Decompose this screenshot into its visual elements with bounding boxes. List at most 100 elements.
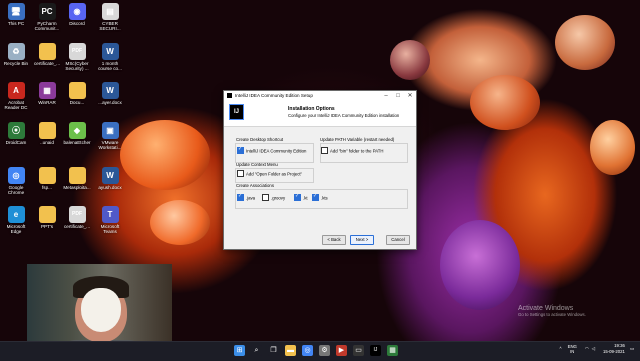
balena-etcher-icon: ◆: [68, 122, 86, 139]
chrome-icon: ◎: [7, 167, 25, 184]
dialog-title: IntelliJ IDEA Community Edition Setup: [235, 93, 313, 98]
word-doc-icon: W: [101, 82, 119, 99]
association-java-checkbox[interactable]: [237, 193, 244, 201]
desktop-icon[interactable]: ▤ CYBER SECURI...: [95, 3, 125, 31]
desktop-icon-label: CYBER SECURI...: [99, 21, 121, 31]
context-menu-option[interactable]: Add "Open Folder as Project": [237, 170, 302, 178]
folder-icon: [38, 122, 56, 139]
path-option-label: Add "bin" folder to the PATH: [330, 148, 384, 154]
terminal-icon[interactable]: ▭: [353, 345, 364, 356]
desktop-icon[interactable]: Docu...: [62, 82, 92, 105]
start-icon[interactable]: ⊞: [234, 345, 245, 356]
region-code: IN: [570, 348, 575, 354]
chrome-icon[interactable]: ◎: [302, 345, 313, 356]
desktop-icon[interactable]: ♻ Recycle Bin: [1, 43, 31, 66]
desktop-icon-label: DroidCam: [5, 140, 27, 145]
desktop-icon[interactable]: Wayush.docx: [95, 167, 125, 190]
desktop-icon-label: Discord: [69, 21, 85, 26]
desktop-icon[interactable]: PDF certificate_...: [62, 206, 92, 229]
desktop-icon-label: ...ayer.docx: [98, 100, 122, 105]
path-option[interactable]: Add "bin" folder to the PATH: [321, 147, 384, 155]
desktop-icon-label: fsp...: [42, 185, 52, 190]
back-button[interactable]: < Back: [322, 235, 346, 245]
desktop-icon[interactable]: Metasploita...: [62, 167, 92, 190]
media-icon[interactable]: ▶: [336, 345, 347, 356]
pdf-icon: ▤: [101, 3, 119, 20]
desktop-icon[interactable]: ..unaid: [32, 122, 62, 145]
desktop-icon-label: Google Chrome: [7, 185, 25, 195]
task-view-icon[interactable]: ❐: [268, 345, 279, 356]
folder-icon: [68, 167, 86, 184]
desktop-icon[interactable]: fsp...: [32, 167, 62, 190]
association-groovy[interactable]: .groovy: [262, 194, 286, 202]
desktop-icon[interactable]: ◉ Discord: [62, 3, 92, 26]
desktop-icon[interactable]: PDF MSc(Cyber Security) ...: [62, 43, 92, 71]
discord-icon: ◉: [68, 3, 86, 20]
desktop-icon-label: ayush.docx: [98, 185, 122, 190]
desktop-icon[interactable]: A Acrobat Reader DC: [1, 82, 31, 110]
next-button[interactable]: Next >: [350, 235, 374, 245]
context-menu-group-label: Update Context Menu: [236, 162, 278, 167]
system-tray: ^ ENG IN ◠ ◁ 19:36 15-09-2021 ▭: [560, 343, 634, 354]
association-kt-checkbox[interactable]: [294, 193, 301, 201]
desktop-icon[interactable]: 🖥 This PC: [1, 3, 31, 26]
association-java[interactable]: .java: [237, 193, 255, 202]
shortcut-checkbox[interactable]: [237, 146, 244, 154]
desktop-icon[interactable]: PC PyCharm Communit...: [32, 3, 62, 31]
search-icon[interactable]: ⌕: [251, 345, 262, 356]
desktop-icon-label: PyCharm Communit...: [34, 21, 60, 31]
dialog-header: IJ Installation Options Configure your I…: [224, 100, 416, 127]
folder-icon: [38, 43, 56, 60]
intellij-logo-icon: IJ: [229, 104, 244, 120]
edge-icon: e: [7, 206, 25, 223]
association-kt[interactable]: .kt: [294, 193, 308, 202]
desktop-icon-label: certificate_...: [63, 224, 91, 229]
desktop-icon-label: This PC: [7, 21, 25, 26]
settings-icon[interactable]: ⚙: [319, 345, 330, 356]
minimize-button[interactable]: –: [380, 93, 392, 99]
teams-icon: T: [101, 206, 119, 223]
desktop-icon-label: Microsoft Teams: [100, 224, 120, 234]
shortcut-option[interactable]: IntelliJ IDEA Community Edition: [237, 146, 306, 155]
wifi-icon[interactable]: ◠: [585, 346, 589, 352]
word-doc-icon: W: [101, 43, 119, 60]
association-kts-checkbox[interactable]: [312, 193, 319, 201]
association-groovy-checkbox[interactable]: [262, 194, 269, 201]
intellij-icon[interactable]: IJ: [370, 345, 381, 356]
desktop-icon-label: MSc(Cyber Security) ...: [65, 61, 89, 71]
association-kts[interactable]: .kts: [312, 193, 328, 202]
desktop-icon[interactable]: W1 month course co...: [95, 43, 125, 71]
desktop-icon-label: VMware Workstati...: [98, 140, 122, 150]
desktop-icon[interactable]: T Microsoft Teams: [95, 206, 125, 234]
desktop-icon[interactable]: PPT's: [32, 206, 62, 229]
cancel-button[interactable]: Cancel: [386, 235, 410, 245]
desktop-icon[interactable]: ◆ balenaEtcher: [62, 122, 92, 145]
desktop-icon[interactable]: ▦ WinRAR: [32, 82, 62, 105]
desktop-icon-label: Metasploita...: [63, 185, 91, 190]
clock[interactable]: 19:36 15-09-2021: [603, 343, 625, 354]
desktop-icon[interactable]: e Microsoft Edge: [1, 206, 31, 234]
desktop-icon-label: certificate_...: [33, 61, 61, 66]
context-menu-checkbox[interactable]: [237, 170, 244, 177]
path-checkbox[interactable]: [321, 147, 328, 154]
maximize-button[interactable]: □: [392, 93, 404, 99]
association-groovy-label: .groovy: [271, 195, 286, 201]
winrar-icon: ▦: [38, 82, 56, 99]
notification-icon[interactable]: ▭: [630, 346, 634, 352]
app-icon[interactable]: ▦: [387, 345, 398, 356]
desktop-icon[interactable]: ▣ VMware Workstati...: [95, 122, 125, 150]
language-indicator[interactable]: ENG IN: [568, 344, 577, 354]
desktop-icon[interactable]: ◎ Google Chrome: [1, 167, 31, 195]
file-explorer-icon[interactable]: ▬: [285, 345, 296, 356]
desktop-icon[interactable]: W ...ayer.docx: [95, 82, 125, 105]
watermark-title: Activate Windows: [518, 305, 574, 312]
this-pc-icon: 🖥: [7, 3, 25, 20]
associations-group-label: Create Associations: [236, 183, 274, 188]
close-button[interactable]: ✕: [404, 92, 416, 99]
desktop-icon[interactable]: certificate_...: [32, 43, 62, 66]
chevron-up-icon[interactable]: ^: [560, 346, 562, 351]
desktop-icon[interactable]: ⦿ DroidCam: [1, 122, 31, 145]
watermark-subtitle: Go to Settings to activate Windows.: [518, 312, 586, 317]
volume-icon[interactable]: ◁: [592, 346, 595, 352]
folder-icon: [68, 82, 86, 99]
